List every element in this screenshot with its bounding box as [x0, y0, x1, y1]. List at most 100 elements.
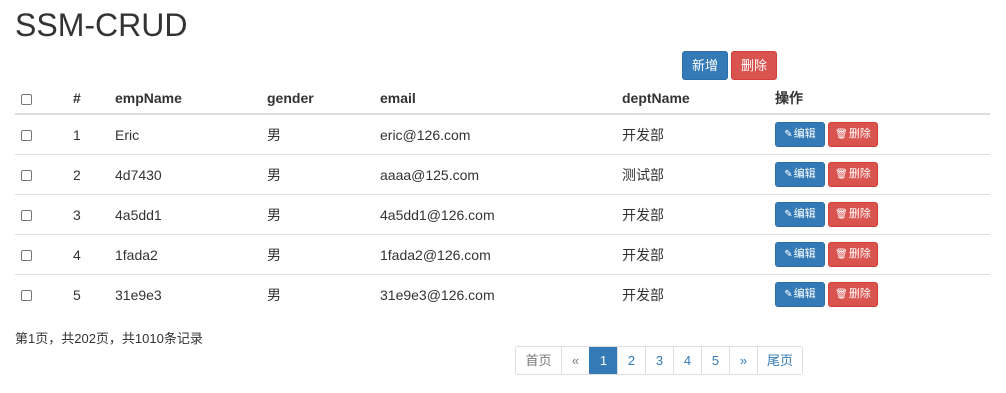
page-info: 第1页，共202页，共1010条记录: [15, 331, 203, 346]
row-checkbox[interactable]: [21, 290, 32, 302]
pencil-icon: ✎: [784, 129, 793, 140]
delete-button-label: 删除: [848, 128, 871, 140]
cell-empname: 31e9e3: [115, 274, 267, 314]
pencil-icon: ✎: [784, 209, 793, 220]
cell-gender: 男: [267, 126, 281, 143]
trash-icon: 🗑: [835, 249, 848, 260]
cell-id: 3: [73, 194, 115, 235]
delete-button[interactable]: 🗑删除: [828, 202, 878, 227]
row-checkbox[interactable]: [21, 210, 32, 222]
edit-button[interactable]: ✎编辑: [775, 282, 825, 307]
cell-actions: ✎编辑 🗑删除: [775, 234, 990, 275]
edit-button[interactable]: ✎编辑: [775, 122, 825, 147]
column-header-deptname: deptName: [622, 83, 775, 115]
select-all-cell: [15, 83, 73, 115]
edit-button-label: 编辑: [793, 248, 816, 260]
edit-button-label: 编辑: [793, 128, 816, 140]
pagination-first[interactable]: 首页: [516, 347, 561, 374]
row-checkbox[interactable]: [21, 250, 32, 262]
cell-gender: 男: [267, 194, 380, 235]
cell-deptname: 开发部: [622, 194, 775, 235]
pencil-icon: ✎: [784, 169, 793, 180]
cell-deptname: 测试部: [622, 154, 775, 195]
cell-empname: 4d7430: [115, 154, 267, 195]
cell-gender: 男: [267, 234, 380, 275]
pagination-page-4[interactable]: 4: [673, 347, 701, 374]
column-header-email: email: [380, 83, 622, 115]
cell-id: 1: [73, 126, 81, 143]
delete-button[interactable]: 🗑删除: [828, 162, 878, 187]
cell-deptname: 开发部: [622, 126, 664, 143]
table-header-row: # empName gender email deptName 操作: [15, 83, 990, 115]
edit-button[interactable]: ✎编辑: [775, 242, 825, 267]
cell-id: 2: [73, 154, 115, 195]
table-row: 2 4d7430 男 aaaa@125.com 测试部 ✎编辑 🗑删除: [15, 154, 990, 195]
table-row: 1 Eric 男 eric@126.com 开发部 ✎编辑 🗑删除: [15, 114, 990, 155]
cell-deptname: 开发部: [622, 274, 775, 314]
pagination-page-2[interactable]: 2: [617, 347, 645, 374]
cell-email: 31e9e3@126.com: [380, 274, 622, 314]
select-all-checkbox[interactable]: [21, 93, 32, 105]
row-checkbox[interactable]: [21, 170, 32, 182]
employee-table: # empName gender email deptName 操作 1 Eric…: [15, 83, 990, 314]
trash-icon: 🗑: [835, 129, 848, 140]
pagination-last[interactable]: 尾页: [757, 347, 802, 374]
pagination: 首页 « 1 2 3 4 5 » 尾页: [515, 346, 803, 375]
trash-icon: 🗑: [835, 169, 848, 180]
cell-actions: ✎编辑 🗑删除: [775, 194, 990, 235]
row-select-cell: [15, 194, 73, 235]
delete-button-label: 删除: [848, 288, 871, 300]
column-header-empname: empName: [115, 83, 267, 115]
add-button[interactable]: 新增: [682, 51, 728, 80]
column-header-actions: 操作: [775, 83, 990, 115]
cell-empname: 1fada2: [115, 234, 267, 275]
cell-actions: ✎编辑 🗑删除: [775, 114, 990, 155]
row-select-cell: [15, 234, 73, 275]
cell-email: eric@126.com: [380, 126, 471, 143]
trash-icon: 🗑: [835, 289, 848, 300]
trash-icon: 🗑: [835, 209, 848, 220]
page-title: SSM-CRUD: [15, 7, 188, 43]
edit-button[interactable]: ✎编辑: [775, 162, 825, 187]
pagination-next[interactable]: »: [729, 347, 757, 374]
edit-button-label: 编辑: [793, 168, 816, 180]
edit-button[interactable]: ✎编辑: [775, 202, 825, 227]
pencil-icon: ✎: [784, 289, 793, 300]
delete-button-label: 删除: [848, 208, 871, 220]
delete-button-label: 删除: [848, 248, 871, 260]
cell-deptname: 开发部: [622, 234, 775, 275]
pagination-page-3[interactable]: 3: [645, 347, 673, 374]
row-select-cell: [15, 154, 73, 195]
delete-selected-button[interactable]: 删除: [731, 51, 777, 80]
delete-button-label: 删除: [848, 168, 871, 180]
cell-actions: ✎编辑 🗑删除: [775, 154, 990, 195]
row-checkbox[interactable]: [21, 130, 32, 142]
cell-gender: 男: [267, 154, 380, 195]
table-row: 5 31e9e3 男 31e9e3@126.com 开发部 ✎编辑 🗑删除: [15, 274, 990, 314]
cell-email: 4a5dd1@126.com: [380, 194, 622, 235]
delete-button[interactable]: 🗑删除: [828, 242, 878, 267]
delete-button[interactable]: 🗑删除: [828, 282, 878, 307]
pagination-prev[interactable]: «: [561, 347, 589, 374]
cell-id: 5: [73, 274, 115, 314]
cell-empname: Eric: [115, 126, 140, 143]
top-actions: 新增 删除: [682, 51, 777, 80]
pencil-icon: ✎: [784, 249, 793, 260]
edit-button-label: 编辑: [793, 288, 816, 300]
table-row: 4 1fada2 男 1fada2@126.com 开发部 ✎编辑 🗑删除: [15, 234, 990, 275]
row-select-cell: [15, 274, 73, 314]
pagination-page-5[interactable]: 5: [701, 347, 729, 374]
edit-button-label: 编辑: [793, 208, 816, 220]
column-header-gender: gender: [267, 83, 380, 115]
cell-email: aaaa@125.com: [380, 154, 622, 195]
column-header-id: #: [73, 83, 115, 115]
cell-actions: ✎编辑 🗑删除: [775, 274, 990, 314]
cell-gender: 男: [267, 274, 380, 314]
cell-email: 1fada2@126.com: [380, 234, 622, 275]
table-row: 3 4a5dd1 男 4a5dd1@126.com 开发部 ✎编辑 🗑删除: [15, 194, 990, 235]
cell-id: 4: [73, 234, 115, 275]
pagination-page-1[interactable]: 1: [589, 347, 617, 374]
row-select-cell: [15, 114, 73, 155]
cell-empname: 4a5dd1: [115, 194, 267, 235]
delete-button[interactable]: 🗑删除: [828, 122, 878, 147]
